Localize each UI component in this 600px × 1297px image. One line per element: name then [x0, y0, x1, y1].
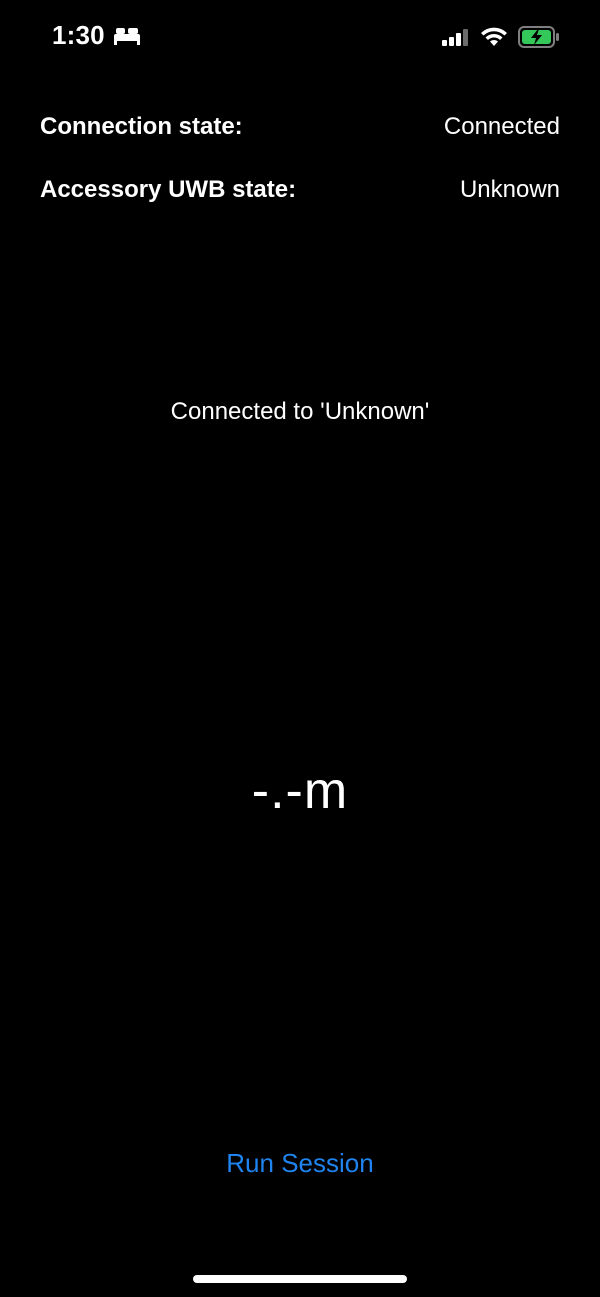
- accessory-uwb-state-value: Unknown: [459, 176, 560, 203]
- status-time-group: 1:30: [52, 22, 143, 48]
- status-time: 1:30: [52, 20, 105, 50]
- distance-readout: -.-m: [251, 762, 349, 820]
- battery-charging-icon: [518, 26, 560, 48]
- home-indicator[interactable]: [193, 1275, 407, 1283]
- connection-state-value: Connected: [443, 113, 560, 140]
- connection-state-label: Connection state:: [40, 113, 243, 140]
- cellular-signal-icon: [442, 27, 470, 47]
- wifi-icon: [480, 27, 508, 47]
- connection-message: Connected to 'Unknown': [170, 398, 430, 425]
- status-bar: 1:30: [0, 0, 600, 80]
- status-indicators: [442, 26, 560, 48]
- run-session-button[interactable]: Run Session: [150, 1145, 450, 1181]
- connection-state-row: Connection state: Connected: [40, 115, 560, 139]
- accessory-uwb-state-label: Accessory UWB state:: [40, 176, 297, 203]
- bed-icon: [113, 24, 143, 46]
- accessory-uwb-state-row: Accessory UWB state: Unknown: [40, 178, 560, 202]
